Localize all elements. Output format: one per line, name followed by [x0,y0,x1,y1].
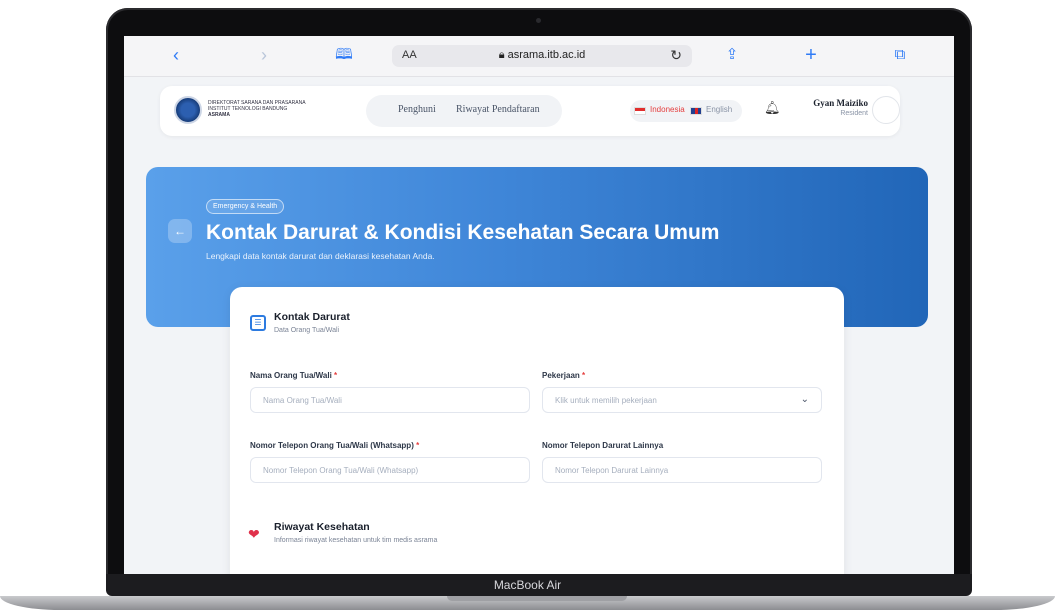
screen: ‹ › 🕮 AA 🔒︎ asrama.itb.ac.id ↻ ⇪ + ⧉ DIR… [124,36,954,574]
plus-icon[interactable]: + [799,44,823,66]
url-text: 🔒︎ asrama.itb.ac.id [498,49,586,61]
main-nav: Penghuni Riwayat Pendaftaran [366,95,562,127]
nav-penghuni[interactable]: Penghuni [398,104,436,115]
org-line-3: ASRAMA [208,112,230,118]
section-title-riwayat-kesehatan: Riwayat Kesehatan [274,521,370,533]
label-pekerjaan: Pekerjaan * [542,371,586,380]
org-name: DIREKTORAT SARANA DAN PRASARANA INSTITUT… [208,100,318,118]
language-switcher: Indonesia English [630,100,742,122]
section-subtitle-kontak-darurat: Data Orang Tua/Wali [274,327,340,334]
page-subtitle: Lengkapi data kontak darurat dan deklara… [206,251,435,261]
book-icon[interactable]: 🕮 [332,44,356,66]
share-icon[interactable]: ⇪ [720,44,744,66]
nomor-telepon-darurat-input[interactable]: Nomor Telepon Darurat Lainnya [542,457,822,483]
tabs-icon[interactable]: ⧉ [888,44,912,66]
form-card: ☰ Kontak Darurat Data Orang Tua/Wali Nam… [230,287,844,574]
avatar[interactable] [872,96,900,124]
camera-icon [536,18,541,23]
user-name: Gyan Maiziko [813,98,868,108]
nav-riwayat-pendaftaran[interactable]: Riwayat Pendaftaran [456,104,540,115]
indonesia-flag-icon [634,107,646,115]
lang-english[interactable]: English [706,105,732,114]
device-brand-label: MacBook Air [493,578,562,592]
label-nomor-telepon-wali: Nomor Telepon Orang Tua/Wali (Whatsapp) … [250,441,420,450]
chevron-left-icon[interactable]: ‹ [164,44,188,66]
laptop-notch [447,596,627,601]
section-subtitle-riwayat-kesehatan: Informasi riwayat kesehatan untuk tim me… [274,537,438,544]
contact-card-icon: ☰ [250,315,266,331]
back-button[interactable]: ← [168,219,192,243]
nama-orang-tua-input[interactable]: Nama Orang Tua/Wali [250,387,530,413]
label-nomor-telepon-darurat: Nomor Telepon Darurat Lainnya [542,441,664,450]
hero-badge: Emergency & Health [206,199,285,214]
user-role: Resident [840,110,868,117]
itb-logo [174,96,202,124]
arrow-left-icon: ← [174,224,186,238]
reload-icon[interactable]: ↻ [670,47,682,64]
bell-icon[interactable]: 🔔︎ [764,100,781,116]
uk-flag-icon [690,107,702,115]
address-bar[interactable]: AA 🔒︎ asrama.itb.ac.id ↻ [392,45,692,67]
nomor-telepon-wali-input[interactable]: Nomor Telepon Orang Tua/Wali (Whatsapp) [250,457,530,483]
app-header: DIREKTORAT SARANA DAN PRASARANA INSTITUT… [160,86,900,136]
section-title-kontak-darurat: Kontak Darurat [274,311,350,323]
pekerjaan-select[interactable]: Klik untuk memilih pekerjaan ⌄ [542,387,822,413]
label-nama-orang-tua: Nama Orang Tua/Wali * [250,371,338,380]
chevron-down-icon: ⌄ [800,394,809,405]
page-title: Kontak Darurat & Kondisi Kesehatan Secar… [206,221,720,244]
heart-pulse-icon: ❤︎ [248,526,260,542]
chevron-right-icon[interactable]: › [252,44,276,66]
browser-toolbar: ‹ › 🕮 AA 🔒︎ asrama.itb.ac.id ↻ ⇪ + ⧉ [124,36,954,77]
lang-indonesia[interactable]: Indonesia [650,105,685,114]
